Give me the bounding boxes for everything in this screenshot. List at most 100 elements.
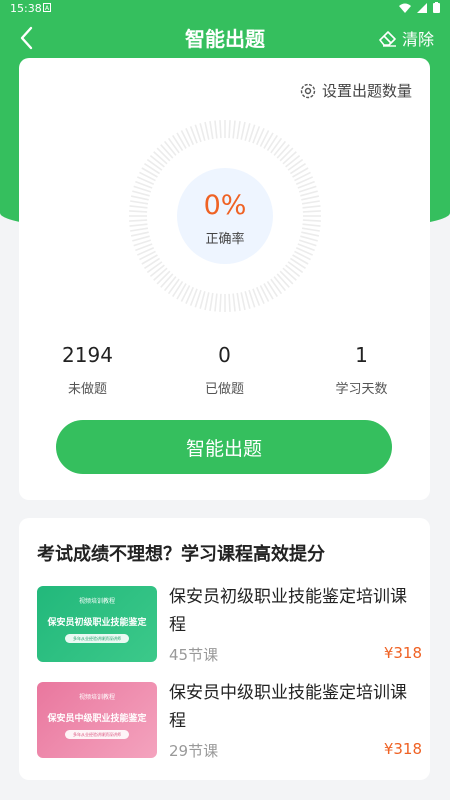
clear-button[interactable]: 清除 [378,26,434,50]
gear-icon [300,83,316,98]
gauge-tick [219,293,222,312]
course-price: ¥318 [383,740,422,758]
smart-quiz-button[interactable]: 智能出题 [56,420,392,474]
title-bar: 智能出题 清除 [0,18,450,58]
gauge-tick [146,158,163,171]
status-bar: 15:38 A [0,0,450,18]
clear-label: 清除 [401,30,434,49]
gauge-tick [236,292,241,311]
stat-label: 已做题 [204,382,244,397]
thumb-title: 保安员初级职业技能鉴定 [47,618,147,628]
thumb-top-text: 视频培训教程 [78,694,115,701]
course-item[interactable]: 视频培训教程 保安员初级职业技能鉴定 多年从业经验讲课资深讲师 保安员初级职业技… [37,586,422,666]
gauge-tick [172,135,184,152]
gauge-tick [232,120,236,139]
stat-label: 学习天数 [335,382,388,397]
stat-study-days: 1 学习天数 [293,340,430,397]
quiz-card: 设置出题数量 0% 正确率 2194 未做题 0 已做题 1 学习天数 智能出题 [19,58,430,500]
course-thumbnail: 视频培训教程 保安员初级职业技能鉴定 多年从业经验讲课资深讲师 [37,586,157,662]
gauge-tick [144,257,161,269]
stat-value: 0 [218,343,231,367]
gauge-tick [209,292,214,311]
gauge-tick [160,273,174,288]
thumb-subtitle: 多年从业经验讲课资深讲师 [65,730,129,739]
gauge-tick [236,121,241,140]
course-item[interactable]: 视频培训教程 保安员中级职业技能鉴定 多年从业经验讲课资深讲师 保安员中级职业技… [37,682,422,762]
gauge-tick [276,144,290,159]
gauge-tick [287,261,304,274]
gauge-tick [204,121,210,140]
thumb-top-text: 视频培训教程 [78,598,115,605]
course-lessons: 45节课 [169,646,219,664]
gauge-tick [153,267,168,281]
signal-icon [417,2,427,13]
gauge-tick [285,264,301,278]
eraser-icon [379,31,396,47]
gauge-tick [232,293,236,312]
gauge-tick [204,292,210,311]
gauge-tick [244,123,251,141]
gauge-tick [228,293,231,312]
course-title: 保安员中级职业技能鉴定培训课程 [169,683,407,731]
gauge-tick [214,120,218,139]
gauge-tick [156,270,171,285]
gauge-tick [266,280,278,297]
gauge-tick [199,123,206,141]
gauge-tick [167,137,180,154]
gauge-tick [209,121,214,140]
wifi-icon [399,3,411,13]
course-price: ¥318 [383,644,422,662]
gauge-tick [287,158,304,171]
gauge-tick [156,147,171,162]
gauge-tick [228,120,231,139]
course-lessons: 29节课 [169,742,219,760]
settings-label: 设置出题数量 [321,82,412,100]
gauge-tick [285,154,301,168]
accuracy-label: 正确率 [205,232,245,247]
thumb-subtitle: 多年从业经验讲课资深讲师 [65,634,129,643]
gauge-tick [270,137,283,154]
gauge-tick [160,144,174,159]
gauge-tick [153,151,168,165]
gauge-tick [279,147,294,162]
gauge-tick [282,151,297,165]
gauge-tick [289,163,306,175]
gauge-tick [276,273,290,288]
stat-value: 2194 [62,343,113,367]
accuracy-value: 0% [203,190,247,221]
gauge-tick [149,264,165,278]
gauge-tick [240,292,246,311]
gauge-tick [273,276,287,292]
course-title: 保安员初级职业技能鉴定培训课程 [169,587,407,635]
gauge-tick [244,291,251,309]
accuracy-gauge: 0% 正确率 [125,116,325,316]
battery-icon [433,2,440,13]
gauge-tick [240,121,246,140]
gauge-tick [146,261,163,274]
gauge-tick [273,140,287,156]
gauge-tick [144,163,161,175]
gauge-tick [266,135,278,152]
gauge-tick [149,154,165,168]
thumb-title: 保安员中级职业技能鉴定 [47,714,147,724]
course-thumbnail: 视频培训教程 保安员中级职业技能鉴定 多年从业经验讲课资深讲师 [37,682,157,758]
gauge-tick [163,140,177,156]
notification-icon: A [43,3,51,12]
gauge-tick [129,223,148,227]
gauge-tick [279,270,294,285]
stats-row: 2194 未做题 0 已做题 1 学习天数 [19,340,430,397]
gauge-tick [199,291,206,309]
gauge-tick [163,276,177,292]
status-time: 15:38 [10,2,42,15]
gauge-tick [172,280,184,297]
gauge-tick [214,293,218,312]
courses-heading: 考试成绩不理想？学习课程高效提分 [37,544,325,565]
set-question-count-button[interactable]: 设置出题数量 [299,80,412,101]
stat-undone: 2194 未做题 [19,340,156,397]
courses-card: 考试成绩不理想？学习课程高效提分 视频培训教程 保安员初级职业技能鉴定 多年从业… [19,518,430,780]
gauge-tick [270,278,283,295]
stat-done: 0 已做题 [156,340,293,397]
stat-label: 未做题 [67,382,107,397]
gauge-tick [289,257,306,269]
gauge-tick [167,278,180,295]
